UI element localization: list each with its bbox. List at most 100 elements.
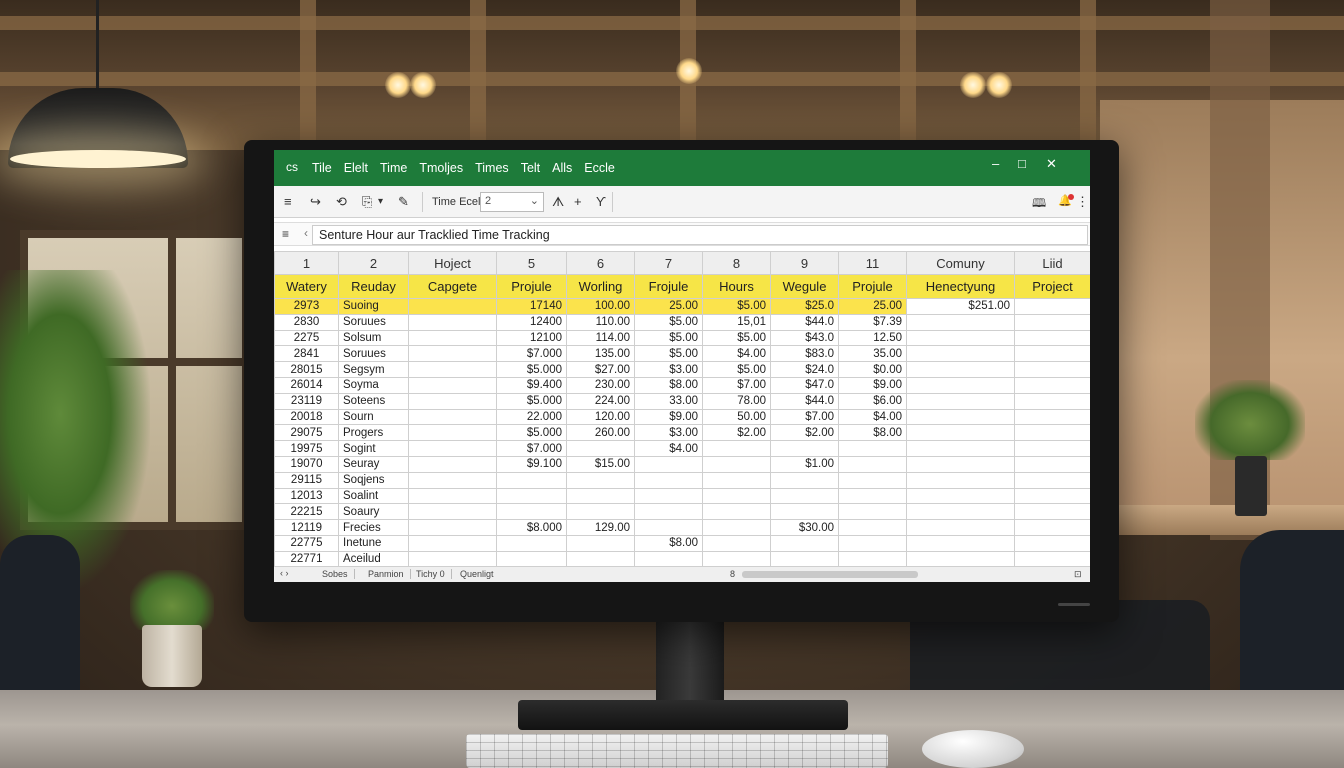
table-cell[interactable] bbox=[1014, 534, 1090, 552]
table-cell[interactable] bbox=[702, 519, 771, 536]
column-header[interactable]: Liid bbox=[1014, 251, 1090, 275]
table-cell[interactable]: $0.00 bbox=[838, 361, 907, 378]
table-cell[interactable]: 25.00 bbox=[634, 298, 703, 315]
table-cell[interactable]: Aceilud bbox=[338, 550, 409, 568]
table-cell[interactable] bbox=[906, 534, 1015, 552]
table-cell[interactable]: $251.00 bbox=[906, 298, 1015, 315]
table-cell[interactable]: 15,01 bbox=[702, 313, 771, 331]
table-cell[interactable]: 100.00 bbox=[566, 298, 635, 315]
table-cell[interactable] bbox=[906, 455, 1015, 473]
column-header[interactable]: 1 bbox=[274, 251, 339, 275]
table-cell[interactable] bbox=[566, 534, 635, 552]
table-cell[interactable]: $27.00 bbox=[566, 361, 635, 378]
table-cell[interactable]: $5.000 bbox=[496, 361, 567, 378]
table-cell[interactable]: 17140 bbox=[496, 298, 567, 315]
maximize-icon[interactable]: □ bbox=[1018, 156, 1026, 171]
table-cell[interactable]: Suoing bbox=[338, 298, 409, 315]
table-cell[interactable] bbox=[634, 471, 703, 489]
table-cell[interactable]: 129.00 bbox=[566, 519, 635, 536]
table-cell[interactable] bbox=[1014, 440, 1090, 457]
table-cell[interactable]: 22775 bbox=[274, 534, 339, 552]
table-cell[interactable] bbox=[496, 471, 567, 489]
table-cell[interactable]: 110.00 bbox=[566, 313, 635, 331]
table-cell[interactable] bbox=[770, 440, 839, 457]
table-cell[interactable]: $2.00 bbox=[702, 424, 771, 442]
table-cell[interactable] bbox=[634, 503, 703, 521]
table-cell[interactable] bbox=[906, 329, 1015, 347]
table-cell[interactable] bbox=[408, 329, 497, 347]
column-header[interactable]: Hoject bbox=[408, 251, 497, 275]
menu-item-eccle[interactable]: Eccle bbox=[584, 161, 615, 175]
table-cell[interactable]: $83.0 bbox=[770, 345, 839, 363]
table-cell[interactable] bbox=[1014, 503, 1090, 521]
table-cell[interactable]: $5.00 bbox=[702, 329, 771, 347]
menu-item-tmoljes[interactable]: Tmoljes bbox=[419, 161, 463, 175]
corner-resize-icon[interactable]: ⊡ bbox=[1074, 569, 1082, 580]
table-cell[interactable]: 78.00 bbox=[702, 392, 771, 410]
column-header[interactable]: 6 bbox=[566, 251, 635, 275]
table-cell[interactable]: Soyma bbox=[338, 376, 409, 394]
table-cell[interactable] bbox=[634, 519, 703, 536]
table-cell[interactable]: Soruues bbox=[338, 345, 409, 363]
table-cell[interactable] bbox=[408, 376, 497, 394]
formula-input[interactable]: Senture Hour aur Tracklied Time Tracking bbox=[312, 225, 1088, 245]
table-cell[interactable]: $24.0 bbox=[770, 361, 839, 378]
table-cell[interactable] bbox=[408, 392, 497, 410]
table-cell[interactable] bbox=[906, 361, 1015, 378]
table-cell[interactable] bbox=[566, 550, 635, 568]
table-cell[interactable]: $5.00 bbox=[634, 329, 703, 347]
table-cell[interactable] bbox=[1014, 361, 1090, 378]
header-cell[interactable]: Henectyung bbox=[906, 274, 1015, 299]
table-cell[interactable]: 12013 bbox=[274, 487, 339, 505]
table-cell[interactable] bbox=[906, 345, 1015, 363]
table-cell[interactable] bbox=[1014, 376, 1090, 394]
table-cell[interactable] bbox=[408, 550, 497, 568]
table-cell[interactable] bbox=[1014, 345, 1090, 363]
table-cell[interactable] bbox=[408, 503, 497, 521]
table-cell[interactable] bbox=[906, 313, 1015, 331]
table-cell[interactable]: $7.00 bbox=[770, 408, 839, 426]
table-cell[interactable] bbox=[702, 550, 771, 568]
table-cell[interactable]: Soqjens bbox=[338, 471, 409, 489]
table-cell[interactable]: Sourn bbox=[338, 408, 409, 426]
table-cell[interactable]: $8.000 bbox=[496, 519, 567, 536]
table-cell[interactable] bbox=[1014, 487, 1090, 505]
table-cell[interactable]: $5.00 bbox=[634, 313, 703, 331]
table-cell[interactable] bbox=[906, 503, 1015, 521]
table-cell[interactable]: 114.00 bbox=[566, 329, 635, 347]
column-header[interactable]: 9 bbox=[770, 251, 839, 275]
table-cell[interactable]: $47.0 bbox=[770, 376, 839, 394]
sheet-tab-quenligt[interactable]: Quenligt bbox=[454, 569, 500, 579]
table-cell[interactable]: $30.00 bbox=[770, 519, 839, 536]
menu-item-time[interactable]: Time bbox=[380, 161, 407, 175]
table-cell[interactable]: $5.000 bbox=[496, 392, 567, 410]
table-cell[interactable] bbox=[702, 440, 771, 457]
table-cell[interactable]: Soteens bbox=[338, 392, 409, 410]
redo-icon[interactable]: ↪ bbox=[310, 194, 321, 210]
table-cell[interactable] bbox=[496, 534, 567, 552]
table-cell[interactable]: $8.00 bbox=[634, 376, 703, 394]
table-cell[interactable]: 224.00 bbox=[566, 392, 635, 410]
table-cell[interactable]: 19070 bbox=[274, 455, 339, 473]
column-header[interactable]: 2 bbox=[338, 251, 409, 275]
header-cell[interactable]: Wegule bbox=[770, 274, 839, 299]
table-cell[interactable] bbox=[408, 408, 497, 426]
table-cell[interactable] bbox=[634, 455, 703, 473]
sheet-tab-panmion[interactable]: Panmion bbox=[362, 569, 411, 579]
book-icon[interactable]: 🕮 bbox=[1032, 194, 1046, 215]
table-cell[interactable] bbox=[408, 313, 497, 331]
table-cell[interactable]: Seuray bbox=[338, 455, 409, 473]
table-cell[interactable] bbox=[838, 440, 907, 457]
table-cell[interactable]: $44.0 bbox=[770, 313, 839, 331]
table-cell[interactable] bbox=[906, 519, 1015, 536]
table-cell[interactable]: 12.50 bbox=[838, 329, 907, 347]
table-cell[interactable] bbox=[702, 471, 771, 489]
menu-item-telt[interactable]: Telt bbox=[521, 161, 540, 175]
horizontal-scrollbar[interactable] bbox=[742, 571, 918, 578]
table-cell[interactable] bbox=[1014, 550, 1090, 568]
table-cell[interactable] bbox=[408, 519, 497, 536]
more-options-icon[interactable]: ⋮ bbox=[1076, 194, 1089, 210]
table-cell[interactable]: 22.000 bbox=[496, 408, 567, 426]
table-cell[interactable] bbox=[1014, 455, 1090, 473]
sheet-tab-sobes[interactable]: Sobes bbox=[316, 569, 355, 579]
